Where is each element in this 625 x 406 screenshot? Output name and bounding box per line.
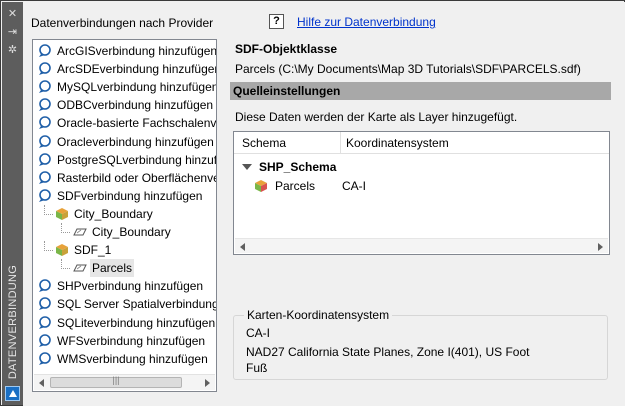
feature-class-path: Parcels (C:\My Documents\Map 3D Tutorial… [235, 62, 581, 76]
grid-horizontal-scrollbar[interactable] [235, 238, 608, 253]
tree-connector [44, 241, 53, 252]
source-settings-header: Quelleinstellungen [230, 82, 611, 100]
tree-item-label: Rasterbild oder Oberflächenverb [57, 170, 217, 185]
tree-item-label: SDFverbindung hinzufügen [57, 188, 203, 203]
tree-item-label: WFSverbindung hinzufügen [57, 333, 206, 348]
tree-item-label: ArcSDEverbindung hinzufügen [57, 62, 217, 77]
tree-item[interactable]: SDFverbindung hinzufügen [33, 187, 216, 205]
provider-icon [39, 62, 51, 76]
tree-horizontal-scrollbar[interactable] [34, 374, 215, 390]
scroll-left-arrow-icon[interactable] [240, 243, 245, 251]
tree-item-label: City_Boundary [92, 225, 171, 239]
provider-icon [39, 152, 51, 166]
help-icon[interactable]: ? [269, 14, 284, 29]
tree-item[interactable]: SQL Server Spatialverbindung [33, 295, 216, 313]
grid-header: Schema Koordinatensystem [234, 132, 609, 154]
cs-code: CA-I [246, 326, 270, 340]
tree-item[interactable]: ArcGISverbindung hinzufügen [33, 42, 216, 60]
tree-item[interactable]: Oracleverbindung hinzufügen [33, 133, 216, 151]
tree-item-label: SQL Server Spatialverbindung [57, 297, 217, 312]
help-link[interactable]: Hilfe zur Datenverbindung [297, 15, 436, 29]
scroll-thumb[interactable] [50, 375, 182, 388]
tree-item[interactable]: PostgreSQLverbindung hinzufü [33, 151, 216, 169]
provider-icon [39, 333, 51, 347]
provider-tree[interactable]: ArcGISverbindung hinzufügen ArcSDEverbind… [32, 39, 217, 392]
map-coordinate-system-group: Karten-Koordinatensystem CA-I NAD27 Cali… [233, 308, 608, 380]
column-separator[interactable] [340, 132, 341, 154]
feature-class-title: SDF-Objektklasse [235, 42, 338, 56]
data-connect-window: ✕ ⇥ ✲ DATENVERBINDUNG Datenverbindungen … [0, 0, 625, 406]
tree-item[interactable]: WMSverbindung hinzufügen [33, 350, 216, 368]
data-connect-content: Datenverbindungen nach Provider ArcGISve… [23, 2, 625, 406]
tree-item[interactable]: SHPverbindung hinzufügen [33, 277, 216, 295]
palette-title-strip: ✕ ⇥ ✲ DATENVERBINDUNG [2, 2, 23, 405]
provider-icon [39, 297, 51, 311]
column-coordinate-system[interactable]: Koordinatensystem [346, 136, 449, 150]
tree-item-label: PostgreSQLverbindung hinzufü [57, 152, 217, 167]
provider-icon [39, 279, 51, 293]
tree-item[interactable]: MySQLverbindung hinzufügen [33, 78, 216, 96]
scroll-right-arrow-icon[interactable] [205, 379, 210, 387]
tree-connector [44, 204, 53, 215]
tree-item-label: ArcGISverbindung hinzufügen [57, 44, 217, 58]
feature-class-cube-icon [255, 180, 267, 192]
providers-title: Datenverbindungen nach Provider [31, 16, 214, 30]
provider-icon [39, 134, 51, 148]
properties-icon[interactable]: ✲ [6, 43, 19, 56]
auto-hide-icon[interactable]: ⇥ [6, 25, 19, 38]
palette-title: DATENVERBINDUNG [7, 264, 19, 379]
tree-item-label: ODBCverbindung hinzufügen [57, 98, 214, 113]
provider-icon [39, 188, 51, 202]
tree-item-label: Oracleverbindung hinzufügen [57, 134, 214, 149]
feature-class-cs[interactable]: CA-I [342, 177, 366, 195]
scroll-left-arrow-icon[interactable] [39, 379, 44, 387]
provider-icon [39, 351, 51, 365]
tree-item-label: SHPverbindung hinzufügen [57, 279, 204, 294]
schema-name: SHP_Schema [259, 160, 337, 174]
tree-item-label: Parcels [90, 259, 135, 278]
tree-connector [61, 259, 70, 270]
tree-item[interactable]: Oracle-basierte Fachschalenve [33, 114, 216, 132]
tree-item[interactable]: Parcels [33, 259, 216, 278]
scroll-right-arrow-icon[interactable] [598, 243, 603, 251]
tree-item[interactable]: ODBCverbindung hinzufügen [33, 96, 216, 114]
schema-cube-icon [56, 207, 68, 220]
feature-layer-icon [73, 264, 87, 272]
tree-item[interactable]: Rasterbild oder Oberflächenverb [33, 169, 216, 187]
tree-item-label: WMSverbindung hinzufügen [57, 351, 208, 366]
tree-connector [61, 223, 70, 233]
schema-grid[interactable]: Schema Koordinatensystem SHP_Schema Parc… [233, 131, 610, 255]
feature-layer-icon [73, 228, 87, 236]
tree-item-label: SDF_1 [74, 243, 112, 258]
tree-item-label: Oracle-basierte Fachschalenve [57, 116, 217, 131]
provider-icon [39, 44, 51, 57]
tree-item[interactable]: SQLiteverbindung hinzufügen [33, 314, 216, 332]
provider-icon [39, 98, 51, 112]
tree-item[interactable]: City_Boundary [33, 223, 216, 241]
group-legend: Karten-Koordinatensystem [244, 308, 393, 322]
autocad-logo-icon[interactable] [5, 386, 20, 401]
provider-icon [39, 315, 51, 329]
tree-item[interactable]: SDF_1 [33, 241, 216, 259]
collapse-triangle-icon[interactable] [242, 164, 252, 170]
source-settings-description: Diese Daten werden der Karte als Layer h… [235, 110, 518, 124]
tree-item[interactable]: City_Boundary [33, 204, 216, 223]
close-icon[interactable]: ✕ [6, 7, 19, 20]
provider-icon [39, 80, 51, 94]
provider-icon [39, 116, 51, 130]
table-row[interactable]: Parcels CA-I [254, 177, 594, 195]
cs-description: NAD27 California State Planes, Zone I(40… [246, 345, 530, 359]
schema-cube-icon [56, 244, 68, 257]
tree-item[interactable]: WFSverbindung hinzufügen [33, 332, 216, 350]
tree-item-label: MySQLverbindung hinzufügen [57, 80, 217, 95]
feature-class-name: Parcels [275, 179, 316, 193]
tree-item-label: SQLiteverbindung hinzufügen [57, 315, 216, 330]
column-schema[interactable]: Schema [242, 136, 286, 150]
cs-unit: Fuß [246, 361, 268, 375]
tree-item[interactable]: ArcSDEverbindung hinzufügen [33, 60, 216, 78]
provider-icon [39, 170, 51, 184]
tree-item-label: City_Boundary [74, 206, 153, 221]
